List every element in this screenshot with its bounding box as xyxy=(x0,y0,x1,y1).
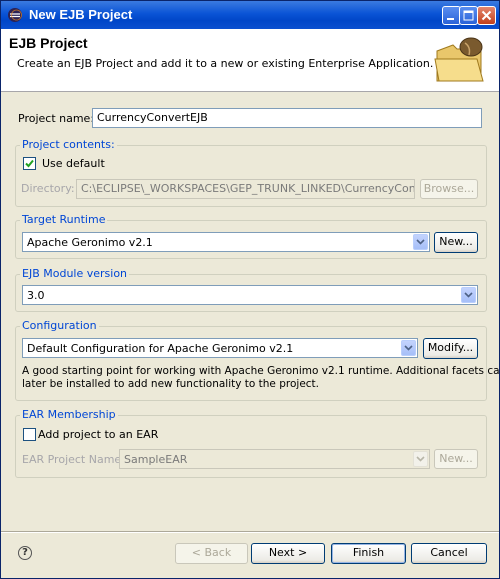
new-ejb-project-dialog: New EJB Project EJB Project Create an EJ… xyxy=(0,0,500,579)
configuration-dropdown-arrow[interactable] xyxy=(401,340,416,356)
modify-configuration-button[interactable]: Modify... xyxy=(423,338,478,359)
close-button[interactable] xyxy=(477,6,496,25)
chevron-down-icon xyxy=(464,292,473,298)
ejb-project-wizard-icon xyxy=(434,37,484,82)
title-bar[interactable]: New EJB Project xyxy=(1,1,499,29)
use-default-checkbox[interactable] xyxy=(23,157,36,170)
ear-project-name-label: EAR Project Name: xyxy=(22,453,125,466)
page-description: Create an EJB Project and add it to a ne… xyxy=(17,57,434,70)
eclipse-icon xyxy=(8,8,22,22)
ear-membership-title: EAR Membership xyxy=(20,408,118,421)
target-runtime-title: Target Runtime xyxy=(20,213,108,226)
wizard-banner: EJB Project Create an EJB Project and ad… xyxy=(1,29,499,92)
add-to-ear-label: Add project to an EAR xyxy=(38,428,159,441)
configuration-value: Default Configuration for Apache Geronim… xyxy=(27,342,294,355)
ejb-module-version-dropdown-arrow[interactable] xyxy=(461,287,476,303)
maximize-icon xyxy=(463,10,474,21)
project-name-label: Project name: xyxy=(18,112,95,125)
ear-project-name-select[interactable]: SampleEAR xyxy=(119,449,430,469)
project-name-input[interactable]: CurrencyConvertEJB xyxy=(92,108,482,128)
use-default-label: Use default xyxy=(42,157,105,170)
target-runtime-value: Apache Geronimo v2.1 xyxy=(27,236,153,249)
directory-label: Directory: xyxy=(21,182,75,195)
configuration-title: Configuration xyxy=(20,319,99,332)
ejb-module-version-title: EJB Module version xyxy=(20,267,130,280)
cancel-button[interactable]: Cancel xyxy=(411,543,487,564)
footer-separator xyxy=(1,531,499,533)
window-title: New EJB Project xyxy=(29,7,133,22)
ejb-module-version-select[interactable]: 3.0 xyxy=(22,285,478,305)
project-contents-title: Project contents: xyxy=(20,138,117,151)
ear-project-name-value: SampleEAR xyxy=(124,453,188,466)
ejb-module-version-value: 3.0 xyxy=(27,289,45,302)
back-button[interactable]: < Back xyxy=(175,543,248,564)
finish-button[interactable]: Finish xyxy=(331,543,406,564)
chevron-down-icon xyxy=(416,456,425,462)
page-heading: EJB Project xyxy=(9,35,88,51)
new-ear-button[interactable]: New... xyxy=(434,449,478,469)
maximize-button[interactable] xyxy=(459,6,478,25)
new-runtime-button[interactable]: New... xyxy=(434,232,478,253)
minimize-icon xyxy=(447,18,454,20)
configuration-description-line1: A good starting point for working with A… xyxy=(22,365,500,377)
chevron-down-icon xyxy=(404,345,413,351)
configuration-description-line2: later be installed to add new functional… xyxy=(22,378,320,390)
ear-project-dropdown-arrow[interactable] xyxy=(413,451,428,467)
configuration-select[interactable]: Default Configuration for Apache Geronim… xyxy=(22,338,418,358)
browse-button[interactable]: Browse... xyxy=(420,179,478,199)
add-to-ear-checkbox[interactable] xyxy=(23,428,36,441)
chevron-down-icon xyxy=(416,239,425,245)
directory-input[interactable]: C:\ECLIPSE\_WORKSPACES\GEP_TRUNK_LINKED\… xyxy=(76,179,415,199)
target-runtime-dropdown-arrow[interactable] xyxy=(413,234,428,250)
close-icon xyxy=(481,10,492,21)
checkmark-icon xyxy=(25,159,34,168)
target-runtime-select[interactable]: Apache Geronimo v2.1 xyxy=(22,232,430,252)
help-icon[interactable]: ? xyxy=(18,546,32,560)
next-button[interactable]: Next > xyxy=(251,543,325,564)
